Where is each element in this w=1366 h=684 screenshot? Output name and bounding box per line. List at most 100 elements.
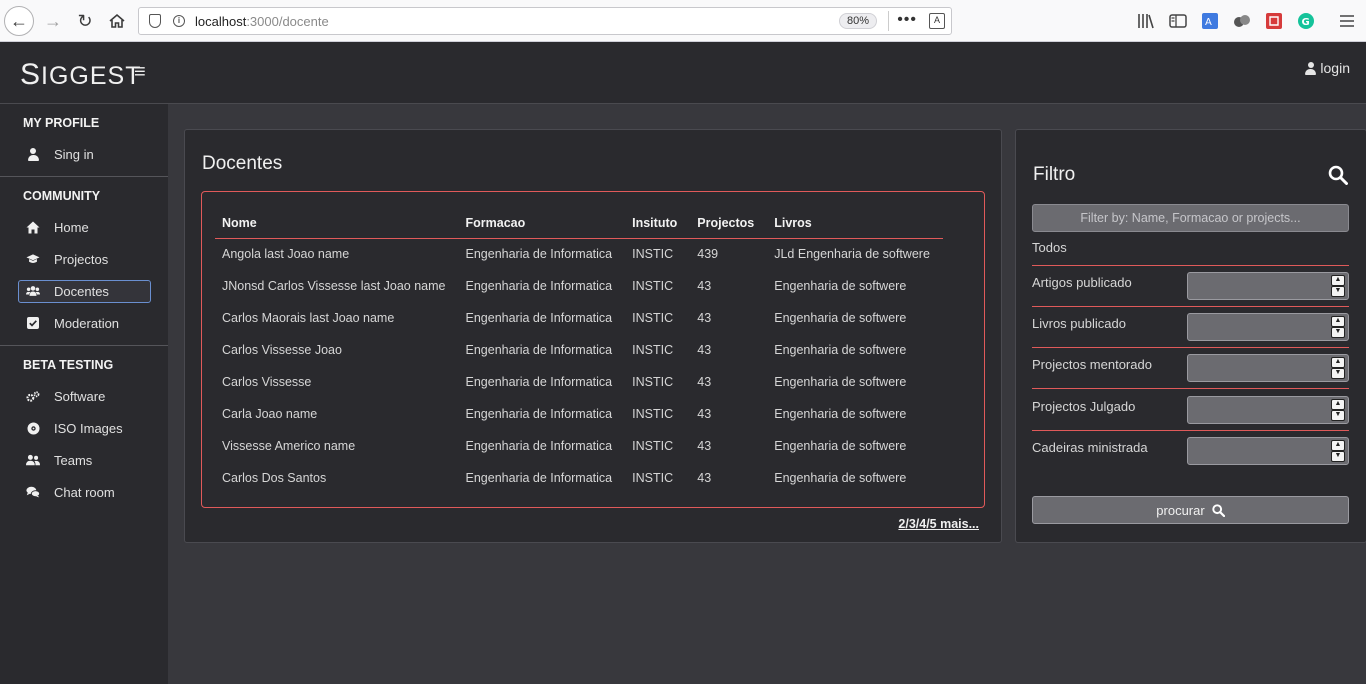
sidebar-item-label: Home <box>54 219 89 235</box>
cell-projectos: 43 <box>697 279 712 293</box>
filter-card: Filtro Todos Artigos publicado ▲▼ Livros… <box>1015 129 1366 543</box>
sidebar-item-docentes[interactable]: Docentes <box>0 275 168 307</box>
number-input-artigos-publicado[interactable]: ▲ ▼ <box>1187 272 1349 300</box>
decrement-icon[interactable]: ▼ <box>1331 368 1345 379</box>
filter-row-projectos-mentorado: Projectos mentorado ▲ ▼ <box>1032 348 1349 389</box>
reload-button[interactable]: ↻ <box>70 6 100 36</box>
spinner-buttons[interactable]: ▲ ▼ <box>1331 357 1345 379</box>
translator-extension-icon[interactable]: A <box>1201 12 1219 30</box>
main-content: Docentes Nome Formacao Insituto Projecto… <box>168 104 1366 684</box>
increment-icon[interactable]: ▲ <box>1331 399 1345 410</box>
page-actions-icon[interactable]: ••• <box>897 11 917 29</box>
forward-button[interactable]: → <box>38 6 68 36</box>
users-icon <box>26 284 40 298</box>
spinner-buttons[interactable]: ▲ ▼ <box>1331 316 1345 338</box>
column-header-livros[interactable]: Livros <box>767 208 943 239</box>
sidebar-section-community: COMMUNITY Home Projectos Docentes Modera… <box>0 177 168 346</box>
home-icon <box>26 220 40 234</box>
increment-icon[interactable]: ▲ <box>1331 316 1345 327</box>
decrement-icon[interactable]: ▼ <box>1331 451 1345 462</box>
spinner-buttons[interactable]: ▲ ▼ <box>1331 275 1345 297</box>
table-row[interactable]: Carlos Dos Santos Engenharia de Informat… <box>215 462 943 494</box>
table-row[interactable]: Angola last Joao name Engenharia de Info… <box>215 238 943 270</box>
increment-icon[interactable]: ▲ <box>1331 275 1345 286</box>
sidebar-item-projectos[interactable]: Projectos <box>0 243 168 275</box>
sidebar-item-iso-images[interactable]: ISO Images <box>0 412 168 444</box>
decrement-icon[interactable]: ▼ <box>1331 327 1345 338</box>
procurar-label: procurar <box>1156 502 1205 518</box>
url-text[interactable]: localhost:3000/docente <box>195 14 329 29</box>
cell-projectos: 43 <box>697 407 712 421</box>
cell-projectos: 43 <box>697 375 712 389</box>
search-icon[interactable] <box>1328 165 1348 185</box>
sidebar-item-label: Sing in <box>54 146 94 162</box>
increment-icon[interactable]: ▲ <box>1331 440 1345 451</box>
sidebar-toggle-icon[interactable] <box>1169 12 1187 30</box>
cell-formacao: Engenharia de Informatica <box>465 407 613 421</box>
login-link[interactable]: login <box>1305 60 1350 76</box>
sidebar-item-home[interactable]: Home <box>0 211 168 243</box>
sidebar-item-chat-room[interactable]: Chat room <box>0 476 168 508</box>
cogs-icon <box>26 389 40 403</box>
cell-projectos: 43 <box>697 471 712 485</box>
cell-livros: Engenharia de softwere <box>774 407 907 421</box>
table-row[interactable]: Carlos Vissesse Engenharia de Informatic… <box>215 366 943 398</box>
table-row[interactable]: Vissesse Americo name Engenharia de Info… <box>215 430 943 462</box>
cell-livros: Engenharia de softwere <box>774 471 907 485</box>
sidebar-section-beta-testing: BETA TESTING Software ISO Images Teams C… <box>0 346 168 514</box>
app-logo[interactable]: SIGGEST <box>20 58 141 92</box>
column-header-projectos[interactable]: Projectos <box>690 208 768 239</box>
filter-search-input[interactable] <box>1032 204 1349 232</box>
number-input-cadeiras-ministrada[interactable]: ▲ ▼ <box>1187 437 1349 465</box>
sidebar-item-moderation[interactable]: Moderation <box>0 307 168 339</box>
spinner-buttons[interactable]: ▲ ▼ <box>1331 399 1345 421</box>
translate-icon[interactable]: A <box>929 13 945 29</box>
table-row[interactable]: Carlos Vissesse Joao Engenharia de Infor… <box>215 334 943 366</box>
red-extension-icon[interactable] <box>1265 12 1283 30</box>
cell-insituto: INSTIC <box>632 247 674 262</box>
sidebar-item-software[interactable]: Software <box>0 380 168 412</box>
decrement-icon[interactable]: ▼ <box>1331 286 1345 297</box>
number-input-projectos-julgado[interactable]: ▲ ▼ <box>1187 396 1349 424</box>
user-icon <box>1305 61 1317 75</box>
library-icon[interactable] <box>1137 12 1155 30</box>
zoom-level-badge[interactable]: 80% <box>838 13 877 29</box>
cell-nome: Carlos Maorais last Joao name <box>222 311 395 325</box>
grammarly-icon[interactable]: G <box>1297 12 1315 30</box>
column-header-formacao[interactable]: Formacao <box>458 208 626 239</box>
extension-icon[interactable] <box>1233 12 1251 30</box>
logo-first-letter: S <box>20 58 42 91</box>
cell-livros: Engenharia de softwere <box>774 439 907 453</box>
spinner-buttons[interactable]: ▲ ▼ <box>1331 440 1345 462</box>
number-input-projectos-mentorado[interactable]: ▲ ▼ <box>1187 354 1349 382</box>
cell-insituto: INSTIC <box>632 311 674 325</box>
address-bar[interactable]: i localhost:3000/docente 80% ••• A <box>138 7 952 35</box>
cell-insituto: INSTIC <box>632 343 674 357</box>
sidebar-item-sing-in[interactable]: Sing in <box>0 138 168 170</box>
filter-option-todos[interactable]: Todos <box>1032 240 1349 266</box>
url-host: localhost <box>195 13 247 29</box>
procurar-button[interactable]: procurar <box>1032 496 1349 524</box>
hamburger-menu-icon[interactable] <box>1338 12 1356 30</box>
divider <box>888 11 889 31</box>
tracking-shield-icon[interactable] <box>149 14 161 28</box>
column-header-nome[interactable]: Nome <box>215 208 459 239</box>
table-row[interactable]: JNonsd Carlos Vissesse last Joao name En… <box>215 270 943 302</box>
decrement-icon[interactable]: ▼ <box>1331 410 1345 421</box>
number-input-livros-publicado[interactable]: ▲ ▼ <box>1187 313 1349 341</box>
table-row[interactable]: Carlos Maorais last Joao name Engenharia… <box>215 302 943 334</box>
table-row[interactable]: Carla Joao name Engenharia de Informatic… <box>215 398 943 430</box>
menu-toggle-button[interactable]: ≡ <box>134 61 146 84</box>
home-button[interactable] <box>102 6 132 36</box>
sidebar: MY PROFILE Sing in COMMUNITY Home Projec… <box>0 104 168 684</box>
sidebar-item-label: Chat room <box>54 484 115 500</box>
column-header-insituto[interactable]: Insituto <box>625 208 691 239</box>
sidebar-item-teams[interactable]: Teams <box>0 444 168 476</box>
sidebar-section-title: BETA TESTING <box>23 358 114 372</box>
cell-projectos: 43 <box>697 311 712 325</box>
pagination-link[interactable]: 2/3/4/5 mais... <box>898 517 979 531</box>
increment-icon[interactable]: ▲ <box>1331 357 1345 368</box>
sidebar-item-label: Software <box>54 388 106 404</box>
site-info-icon[interactable]: i <box>173 15 185 27</box>
back-button[interactable]: ← <box>4 6 34 36</box>
